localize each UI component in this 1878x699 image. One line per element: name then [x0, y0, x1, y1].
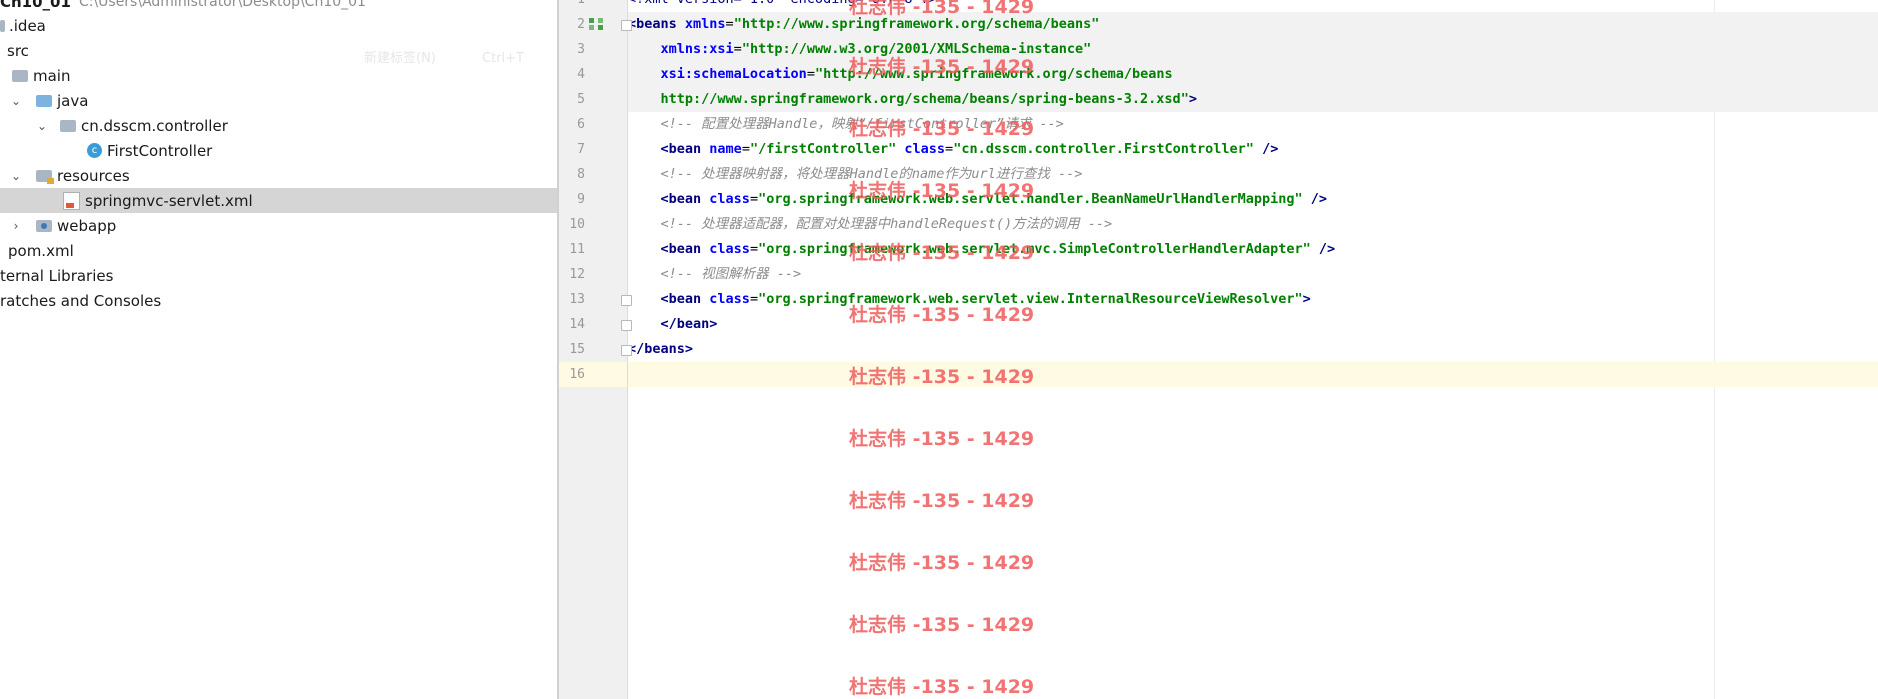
xml-file-icon [63, 191, 80, 210]
watermark-text: 杜志伟 -135 - 1429 [849, 180, 1035, 202]
tree-item-label: ternal Libraries [0, 266, 114, 285]
tree-item-external-libraries[interactable]: ternal Libraries [0, 263, 557, 288]
folder-icon [12, 69, 28, 82]
resources-folder-icon [36, 169, 54, 184]
tree-item-label: springmvc-servlet.xml [85, 191, 253, 210]
watermark-text: 杜志伟 -135 - 1429 [849, 428, 1035, 450]
line-number[interactable]: 2 [559, 12, 585, 37]
web-folder-icon [36, 219, 52, 232]
chevron-down-icon[interactable]: ⌄ [34, 119, 50, 133]
tree-item-package[interactable]: ⌄ cn.dsscm.controller [0, 113, 557, 138]
code-line[interactable]: <bean name="/firstController" class="cn.… [628, 137, 1878, 162]
line-number[interactable]: 3 [559, 37, 585, 62]
fold-marker-icon[interactable] [621, 345, 632, 356]
folder-icon [0, 19, 5, 32]
line-number[interactable]: 6 [559, 112, 585, 137]
code-line[interactable]: xsi:schemaLocation="http://www.springfra… [628, 62, 1878, 87]
code-line[interactable]: http://www.springframework.org/schema/be… [628, 87, 1878, 112]
project-root-name: Ch10_01 [0, 0, 71, 11]
tree-item-label: resources [57, 166, 130, 185]
chevron-down-icon[interactable]: ⌄ [8, 94, 24, 108]
line-number[interactable]: 8 [559, 162, 585, 187]
tree-item-label: FirstController [107, 141, 213, 160]
watermark-text: 杜志伟 -135 - 1429 [849, 614, 1035, 636]
project-tool-window: Ch10_01 C:\Users\Administrator\Desktop\C… [0, 0, 557, 699]
code-line[interactable]: <beans xmlns="http://www.springframework… [628, 12, 1878, 37]
tree-item-label: pom.xml [8, 241, 74, 260]
tree-item-main[interactable]: main [0, 63, 557, 88]
fold-marker-icon[interactable] [621, 295, 632, 306]
tree-item-label: src [7, 41, 29, 60]
line-number[interactable]: 5 [559, 87, 585, 112]
class-icon: c [87, 143, 102, 158]
watermark-text: 杜志伟 -135 - 1429 [849, 118, 1035, 140]
watermark-text: 杜志伟 -135 - 1429 [849, 366, 1035, 388]
watermark-text: 杜志伟 -135 - 1429 [849, 56, 1035, 78]
fold-marker-icon[interactable] [621, 320, 632, 331]
code-line[interactable]: <!-- 配置处理器Handle，映射“/firstController”请求 … [628, 112, 1878, 137]
watermark-text: 杜志伟 -135 - 1429 [849, 490, 1035, 512]
line-number[interactable]: 1 [559, 0, 585, 12]
chevron-down-icon[interactable]: ⌄ [8, 169, 24, 183]
code-line[interactable]: <!-- 处理器映射器，将处理器Handle的name作为url进行查找 --> [628, 162, 1878, 187]
tree-item-label: cn.dsscm.controller [81, 116, 228, 135]
tree-item-label: java [57, 91, 89, 110]
tree-item-src[interactable]: src [0, 38, 557, 63]
tree-item-label: webapp [57, 216, 117, 235]
code-line[interactable]: <!-- 视图解析器 --> [628, 262, 1878, 287]
tree-item-resources[interactable]: ⌄ resources [0, 163, 557, 188]
code-line[interactable]: <bean class="org.springframework.web.ser… [628, 187, 1878, 212]
code-line[interactable] [628, 362, 1878, 387]
tree-item-java[interactable]: ⌄ java [0, 88, 557, 113]
line-number[interactable]: 13 [559, 287, 585, 312]
line-number[interactable]: 11 [559, 237, 585, 262]
line-number[interactable]: 9 [559, 187, 585, 212]
fold-marker-icon[interactable] [621, 20, 632, 31]
watermark-text: 杜志伟 -135 - 1429 [849, 304, 1035, 326]
tree-item-firstcontroller[interactable]: c FirstController [0, 138, 557, 163]
chevron-right-icon[interactable]: › [8, 219, 24, 233]
bean-gutter-icon[interactable] [589, 18, 605, 32]
line-number[interactable]: 10 [559, 212, 585, 237]
code-line[interactable]: <bean class="org.springframework.web.ser… [628, 287, 1878, 312]
tree-item-springmvc-servlet[interactable]: springmvc-servlet.xml [0, 188, 557, 213]
tree-item-pom[interactable]: pom.xml [0, 238, 557, 263]
tree-item-scratches[interactable]: ratches and Consoles [0, 288, 557, 313]
code-line[interactable]: <!-- 处理器适配器，配置对处理器中handleRequest()方法的调用 … [628, 212, 1878, 237]
code-line[interactable]: </beans> [628, 337, 1878, 362]
tree-item-webapp[interactable]: › webapp [0, 213, 557, 238]
line-number[interactable]: 12 [559, 262, 585, 287]
project-root-path: C:\Users\Administrator\Desktop\Ch10_01 [78, 0, 366, 10]
watermark-text: 杜志伟 -135 - 1429 [849, 676, 1035, 698]
code-line[interactable]: xmlns:xsi="http://www.w3.org/2001/XMLSch… [628, 37, 1878, 62]
tree-item-idea[interactable]: .idea [0, 13, 557, 38]
watermark-text: 杜志伟 -135 - 1429 [849, 242, 1035, 264]
watermark-text: 杜志伟 -135 - 1429 [849, 0, 1035, 18]
project-root[interactable]: Ch10_01 C:\Users\Administrator\Desktop\C… [0, 0, 557, 14]
tree-item-label: .idea [9, 16, 46, 35]
watermark-text: 杜志伟 -135 - 1429 [849, 552, 1035, 574]
tree-item-label: ratches and Consoles [0, 291, 162, 310]
line-number[interactable]: 7 [559, 137, 585, 162]
line-number[interactable]: 4 [559, 62, 585, 87]
tree-item-label: main [33, 66, 71, 85]
source-folder-icon [36, 94, 52, 107]
package-icon [60, 119, 76, 132]
code-line[interactable]: <bean class="org.springframework.web.ser… [628, 237, 1878, 262]
line-number[interactable]: 16 [559, 362, 627, 387]
code-line[interactable]: </bean> [628, 312, 1878, 337]
line-number[interactable]: 14 [559, 312, 585, 337]
line-number[interactable]: 15 [559, 337, 585, 362]
code-line[interactable]: <?xml version="1.0" encoding="UTF-8"?> [628, 0, 1878, 12]
